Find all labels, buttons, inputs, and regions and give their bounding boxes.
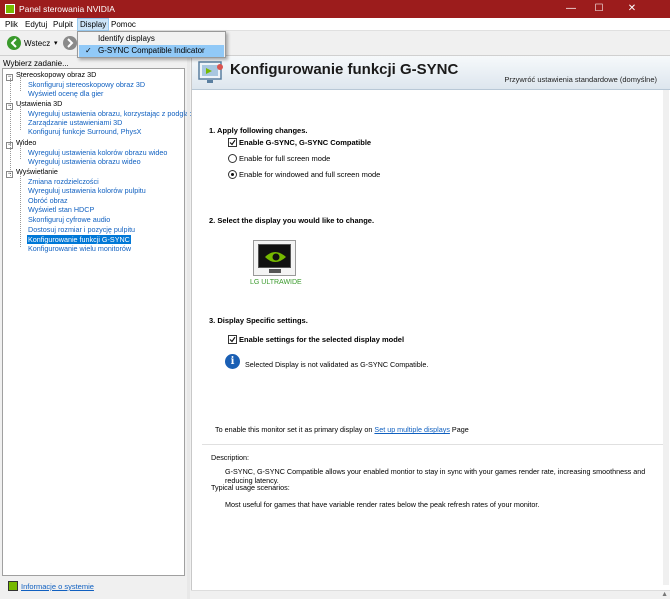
description-label: Description: (211, 453, 249, 462)
checkmark-icon (229, 139, 236, 146)
tree-category-3d-settings[interactable]: − Ustawienia 3D (6, 99, 63, 110)
tree-item-gsync-selected[interactable]: Konfigurowanie funkcji G-SYNC (27, 235, 131, 244)
minimize-button[interactable]: — (557, 0, 585, 18)
tree-item-manage-3d[interactable]: Zarządzanie ustawieniami 3D (28, 118, 122, 127)
collapse-toggle-icon[interactable]: − (6, 171, 13, 178)
tree-connector (20, 174, 21, 247)
menu-item-label: G-SYNC Compatible Indicator (98, 46, 205, 55)
enable-display-settings-label: Enable settings for the selected display… (239, 335, 405, 344)
tree-connector (20, 145, 21, 159)
tree-item-hdcp[interactable]: Wyświetl stan HDCP (28, 205, 94, 214)
task-panel-label: Wybierz zadanie... (3, 59, 69, 68)
tree-item-desktop-color[interactable]: Wyreguluj ustawienia kolorów pulpitu (28, 186, 146, 195)
description-area: Description: G-SYNC, G-SYNC Compatible a… (202, 444, 664, 590)
system-info: Informacje o systemie (2, 578, 185, 594)
arrow-left-icon (10, 38, 17, 48)
info-icon: i (225, 354, 240, 369)
section-1-heading: 1. Apply following changes. (209, 126, 308, 135)
tree-item-resolution[interactable]: Zmiana rozdzielczości (28, 177, 99, 186)
gsync-display-icon (198, 61, 223, 83)
tree-item-multi-monitor[interactable]: Konfigurowanie wielu monitorów (28, 244, 131, 253)
collapse-toggle-icon[interactable]: − (6, 74, 13, 81)
arrow-right-icon (67, 38, 74, 48)
tree-item-video-image[interactable]: Wyreguluj ustawienia obrazu wideo (28, 157, 141, 166)
enable-display-settings-checkbox[interactable] (228, 335, 237, 344)
display-name: LG ULTRAWIDE (250, 279, 302, 286)
close-button[interactable]: ✕ (618, 0, 646, 18)
tree-category-label: Wideo (16, 138, 37, 147)
tree-category-display[interactable]: − Wyświetlanie (6, 167, 58, 178)
monitor-stand (269, 269, 281, 273)
hint-suffix: Page (451, 425, 469, 434)
tree-connector (20, 77, 21, 91)
section-2-heading: 2. Select the display you would like to … (209, 216, 375, 225)
back-label[interactable]: Wstecz (24, 39, 50, 48)
tree-item-game-rating[interactable]: Wyświetl ocenę dla gier (28, 89, 103, 98)
menu-plik[interactable]: Plik (3, 20, 20, 29)
menu-pomoc[interactable]: Pomoc (109, 20, 138, 29)
radio-windowed-label: Enable for windowed and full screen mode (239, 170, 381, 179)
checkmark-icon (229, 336, 236, 343)
setup-multiple-displays-link[interactable]: Set up multiple displays (374, 425, 450, 434)
forward-button[interactable] (63, 36, 77, 50)
nvidia-eye-icon (265, 252, 286, 262)
tree-item-configure-stereo3d[interactable]: Skonfiguruj stereoskopowy obraz 3D (28, 80, 145, 89)
monitor-icon (258, 244, 291, 268)
tree-item-digital-audio[interactable]: Skonfiguruj cyfrowe audio (28, 215, 110, 224)
hint-prefix: To enable this monitor set it as primary… (215, 425, 373, 434)
page-title: Konfigurowanie funkcji G-SYNC (230, 61, 459, 78)
tree-category-video[interactable]: − Wideo (6, 138, 37, 149)
tree-category-label: Ustawienia 3D (16, 99, 63, 108)
usage-text: Most useful for games that have variable… (225, 500, 540, 509)
menu-item-gsync-indicator[interactable]: ✓ G-SYNC Compatible Indicator (79, 45, 224, 57)
horizontal-scrollbar[interactable]: ▲ (191, 590, 670, 599)
maximize-button[interactable]: ☐ (585, 0, 613, 18)
tree-connector (10, 78, 11, 178)
menu-bar: Plik Edytuj Pulpit Display Pomoc (0, 18, 670, 31)
page-header: Konfigurowanie funkcji G-SYNC Przywróć u… (192, 56, 670, 90)
nvidia-logo-icon (8, 581, 18, 591)
tree-item-surround-physx[interactable]: Konfiguruj funkcje Surround, PhysX (28, 127, 141, 136)
display-selector-lg-ultrawide[interactable] (253, 240, 296, 276)
usage-label: Typical usage scenarios: (211, 483, 290, 492)
radio-full-screen-label: Enable for full screen mode (239, 154, 331, 163)
title-bar: Panel sterowania NVIDIA — ☐ ✕ (0, 0, 670, 18)
collapse-toggle-icon[interactable]: − (6, 103, 13, 110)
tree-connector (20, 106, 21, 130)
vertical-scrollbar[interactable] (663, 90, 669, 585)
tree-category-label: Stereoskopowy obraz 3D (16, 70, 97, 79)
menu-item-identify-displays[interactable]: Identify displays (79, 33, 224, 45)
menu-display[interactable]: Display (77, 18, 110, 31)
back-button[interactable] (7, 36, 21, 50)
tree-item-video-color[interactable]: Wyreguluj ustawienia kolorów obrazu wide… (28, 148, 167, 157)
panel-splitter[interactable] (187, 56, 190, 599)
tree-category-label: Wyświetlanie (16, 167, 58, 176)
task-tree-panel: − Stereoskopowy obraz 3D Skonfiguruj ster… (2, 68, 197, 576)
section-3-heading: 3. Display Specific settings. (209, 316, 308, 325)
nvidia-app-icon (5, 4, 15, 14)
radio-windowed-full-screen[interactable] (228, 170, 237, 179)
validation-status-text: Selected Display is not validated as G-S… (245, 360, 429, 369)
tree-item-desktop-size[interactable]: Dostosuj rozmiar i pozycję pulpitu (28, 225, 135, 234)
tree-item-image-preview[interactable]: Wyreguluj ustawienia obrazu, korzystając… (28, 109, 197, 118)
menu-edytuj[interactable]: Edytuj (23, 20, 49, 29)
checkmark-icon: ✓ (85, 46, 92, 55)
menu-item-label: Identify displays (98, 34, 155, 43)
enable-gsync-checkbox[interactable] (228, 138, 237, 147)
display-menu-dropdown: Identify displays ✓ G-SYNC Compatible In… (77, 31, 226, 58)
tree-item-rotate[interactable]: Obróć obraz (28, 196, 68, 205)
content-panel: Konfigurowanie funkcji G-SYNC Przywróć u… (191, 56, 670, 590)
restore-defaults-link[interactable]: Przywróć ustawienia standardowe (domyśln… (504, 75, 657, 84)
scroll-up-icon[interactable]: ▲ (661, 591, 668, 598)
enable-gsync-label: Enable G-SYNC, G-SYNC Compatible (239, 138, 372, 147)
back-history-dropdown[interactable]: ▾ (54, 39, 58, 47)
system-info-link[interactable]: Informacje o systemie (21, 582, 94, 591)
tree-category-stereo3d[interactable]: − Stereoskopowy obraz 3D (6, 70, 97, 81)
window-title: Panel sterowania NVIDIA (19, 4, 115, 14)
radio-full-screen[interactable] (228, 154, 237, 163)
collapse-toggle-icon[interactable]: − (6, 142, 13, 149)
primary-display-hint: To enable this monitor set it as primary… (215, 425, 469, 434)
menu-pulpit[interactable]: Pulpit (51, 20, 75, 29)
